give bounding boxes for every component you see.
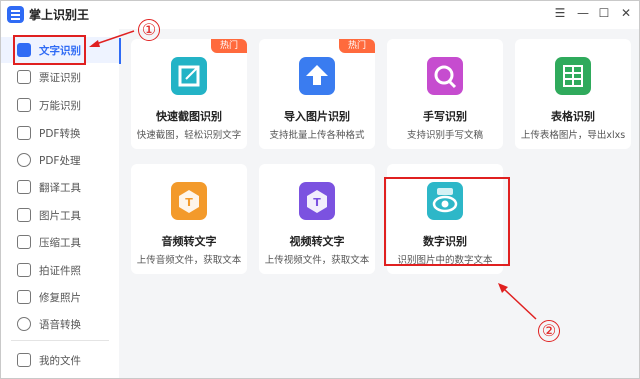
annotation-marker-2: ② [538,320,560,342]
annotation-marker-1: ① [138,19,160,41]
app-window: 掌上识别王 ☰ — ☐ ✕ 文字识别 票证识别 万能识别 PDF转换 PDF处理 [0,0,640,379]
